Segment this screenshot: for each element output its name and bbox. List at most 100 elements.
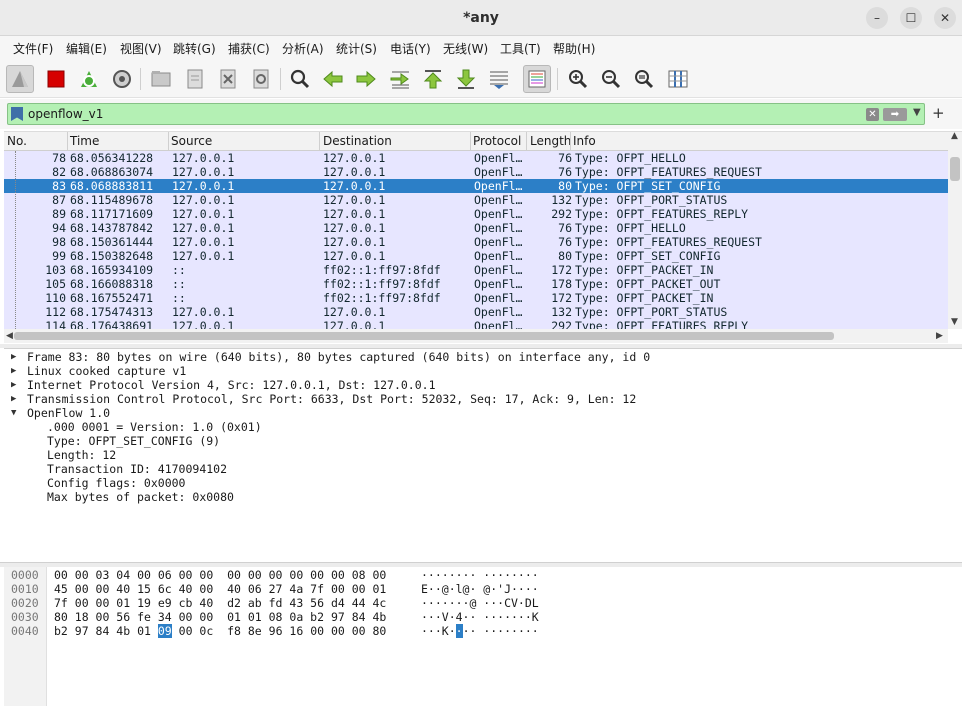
stop-capture-button[interactable] (42, 65, 70, 93)
detail-row[interactable]: Config flags: 0x0000 (4, 476, 954, 490)
menu-tools[interactable]: 工具(T) (500, 40, 541, 57)
hex-bytes[interactable]: 00 00 03 04 00 06 00 00 00 00 00 00 00 0… (54, 568, 386, 582)
minimize-button[interactable]: – (866, 7, 888, 29)
detail-row[interactable]: Transaction ID: 4170094102 (4, 462, 954, 476)
zoom-in-button[interactable] (564, 65, 592, 93)
column-header-info[interactable]: Info (573, 134, 596, 148)
vertical-scrollbar[interactable]: ▲ ▼ (948, 131, 962, 329)
table-row[interactable]: 103 68.165934109:: ff02::1:ff97:8fdf OpenFl… (4, 263, 948, 277)
detail-row[interactable]: ▼ OpenFlow 1.0 (4, 406, 954, 420)
column-header-length[interactable]: Length (530, 134, 571, 148)
colorize-button[interactable] (523, 65, 551, 93)
menu-wireless[interactable]: 无线(W) (443, 40, 488, 57)
restart-capture-button[interactable] (75, 65, 103, 93)
table-row[interactable]: 78 68.056341228 127.0.0.1 127.0.0.1 OpenFl… 7… (4, 151, 948, 165)
table-row[interactable]: 94 68.143787842 127.0.0.1 127.0.0.1 OpenFl… 7… (4, 221, 948, 235)
detail-row[interactable]: ▶ Transmission Control Protocol, Src Port… (4, 392, 954, 406)
add-filter-button[interactable]: + (932, 104, 945, 122)
column-divider[interactable] (168, 132, 169, 152)
column-divider[interactable] (570, 132, 571, 152)
table-row[interactable]: 98 68.150361444 127.0.0.1 127.0.0.1 OpenFl… 7… (4, 235, 948, 249)
scroll-up-icon[interactable]: ▲ (951, 131, 958, 141)
last-packet-button[interactable] (452, 65, 480, 93)
menu-capture[interactable]: 捕获(C) (228, 40, 270, 57)
close-button[interactable]: ✕ (934, 7, 956, 29)
table-row-selected[interactable]: 83 68.068883811 127.0.0.1 127.0.0.1 OpenFl… 8… (4, 179, 948, 193)
horizontal-scrollbar[interactable]: ◀ ▶ (4, 329, 948, 343)
menu-view[interactable]: 视图(V) (120, 40, 162, 57)
detail-row[interactable]: .000 0001 = Version: 1.0 (0x01) (4, 420, 954, 434)
table-row[interactable]: 105 68.166088318:: ff02::1:ff97:8fdf OpenFl… (4, 277, 948, 291)
column-divider[interactable] (526, 132, 527, 152)
go-forward-button[interactable] (352, 65, 380, 93)
column-header-protocol[interactable]: Protocol (473, 134, 521, 148)
table-row[interactable]: 110 68.167552471:: ff02::1:ff97:8fdf OpenFl… (4, 291, 948, 305)
menu-telephony[interactable]: 电话(Y) (390, 40, 431, 57)
scrollbar-thumb[interactable] (14, 332, 834, 340)
column-header-destination[interactable]: Destination (323, 134, 392, 148)
table-row[interactable]: 99 68.150382648 127.0.0.1 127.0.0.1 OpenFl… 8… (4, 249, 948, 263)
scrollbar-thumb[interactable] (950, 157, 960, 181)
maximize-button[interactable]: ☐ (900, 7, 922, 29)
detail-row[interactable]: ▶ Frame 83: 80 bytes on wire (640 bits), … (4, 350, 954, 364)
close-file-button[interactable] (214, 65, 242, 93)
display-filter-input[interactable] (28, 105, 858, 123)
save-file-button[interactable] (181, 65, 209, 93)
column-header-time[interactable]: Time (70, 134, 99, 148)
detail-row[interactable]: ▶ Linux cooked capture v1 (4, 364, 954, 378)
apply-filter-icon[interactable]: ➡ (883, 108, 907, 121)
resize-columns-button[interactable] (664, 65, 692, 93)
scroll-left-icon[interactable]: ◀ (6, 331, 13, 341)
find-packet-button[interactable] (286, 65, 314, 93)
table-row[interactable]: 89 68.117171609 127.0.0.1 127.0.0.1 OpenFl… 2… (4, 207, 948, 221)
table-row[interactable]: 112 68.175474313 127.0.0.1 127.0.0.1 OpenFl…… (4, 305, 948, 319)
column-divider[interactable] (470, 132, 471, 152)
hex-bytes[interactable]: 7f 00 00 01 19 e9 cb 40 d2 ab fd 43 56 d… (54, 596, 386, 610)
go-back-button[interactable] (319, 65, 347, 93)
chevron-down-icon[interactable]: ▼ (11, 406, 16, 420)
chevron-right-icon[interactable]: ▶ (11, 378, 16, 392)
first-packet-button[interactable] (419, 65, 447, 93)
table-row[interactable]: 114 68.176438691 127.0.0.1 127.0.0.1 OpenFl…… (4, 319, 948, 329)
open-file-button[interactable] (147, 65, 175, 93)
table-row[interactable]: 87 68.115489678 127.0.0.1 127.0.0.1 OpenFl… 1… (4, 193, 948, 207)
scroll-down-icon[interactable]: ▼ (951, 317, 958, 327)
autoscroll-button[interactable] (485, 65, 513, 93)
reload-file-button[interactable] (247, 65, 275, 93)
menu-help[interactable]: 帮助(H) (553, 40, 595, 57)
ascii-bytes[interactable]: E··@·l@· @·'J···· (421, 582, 539, 596)
detail-row[interactable]: Type: OFPT_SET_CONFIG (9) (4, 434, 954, 448)
clear-filter-icon[interactable]: ✕ (866, 108, 879, 121)
ascii-bytes[interactable]: ·······@ ···CV·DL (421, 596, 539, 610)
bookmark-icon[interactable] (11, 107, 23, 121)
detail-row[interactable]: ▶ Internet Protocol Version 4, Src: 127.0… (4, 378, 954, 392)
column-header-source[interactable]: Source (171, 134, 212, 148)
zoom-out-button[interactable] (597, 65, 625, 93)
ascii-bytes[interactable]: ···K···· ········ (421, 624, 539, 638)
chevron-down-icon[interactable]: ▼ (913, 107, 921, 118)
go-to-packet-button[interactable] (386, 65, 414, 93)
start-capture-button[interactable] (6, 65, 34, 93)
detail-row[interactable]: Max bytes of packet: 0x0080 (4, 490, 954, 504)
menu-edit[interactable]: 编辑(E) (66, 40, 107, 57)
column-header-no[interactable]: No. (7, 134, 27, 148)
chevron-right-icon[interactable]: ▶ (11, 364, 16, 378)
hex-bytes[interactable]: 80 18 00 56 fe 34 00 00 01 01 08 0a b2 9… (54, 610, 386, 624)
column-divider[interactable] (319, 132, 320, 152)
chevron-right-icon[interactable]: ▶ (11, 392, 16, 406)
menu-statistics[interactable]: 统计(S) (336, 40, 377, 57)
chevron-right-icon[interactable]: ▶ (11, 350, 16, 364)
table-row[interactable]: 82 68.068863074 127.0.0.1 127.0.0.1 OpenFl… 7… (4, 165, 948, 179)
hex-bytes[interactable]: 45 00 00 40 15 6c 40 00 40 06 27 4a 7f 0… (54, 582, 386, 596)
ascii-bytes[interactable]: ········ ········ (421, 568, 539, 582)
menu-analyze[interactable]: 分析(A) (282, 40, 324, 57)
detail-row[interactable]: Length: 12 (4, 448, 954, 462)
zoom-reset-button[interactable] (630, 65, 658, 93)
hex-bytes[interactable]: b2 97 84 4b 01 09 00 0c f8 8e 96 16 00 0… (54, 624, 386, 638)
ascii-bytes[interactable]: ···V·4·· ·······K (421, 610, 539, 624)
column-divider[interactable] (67, 132, 68, 152)
scroll-right-icon[interactable]: ▶ (936, 331, 943, 341)
menu-file[interactable]: 文件(F) (13, 40, 53, 57)
capture-options-button[interactable] (108, 65, 136, 93)
menu-go[interactable]: 跳转(G) (173, 40, 216, 57)
